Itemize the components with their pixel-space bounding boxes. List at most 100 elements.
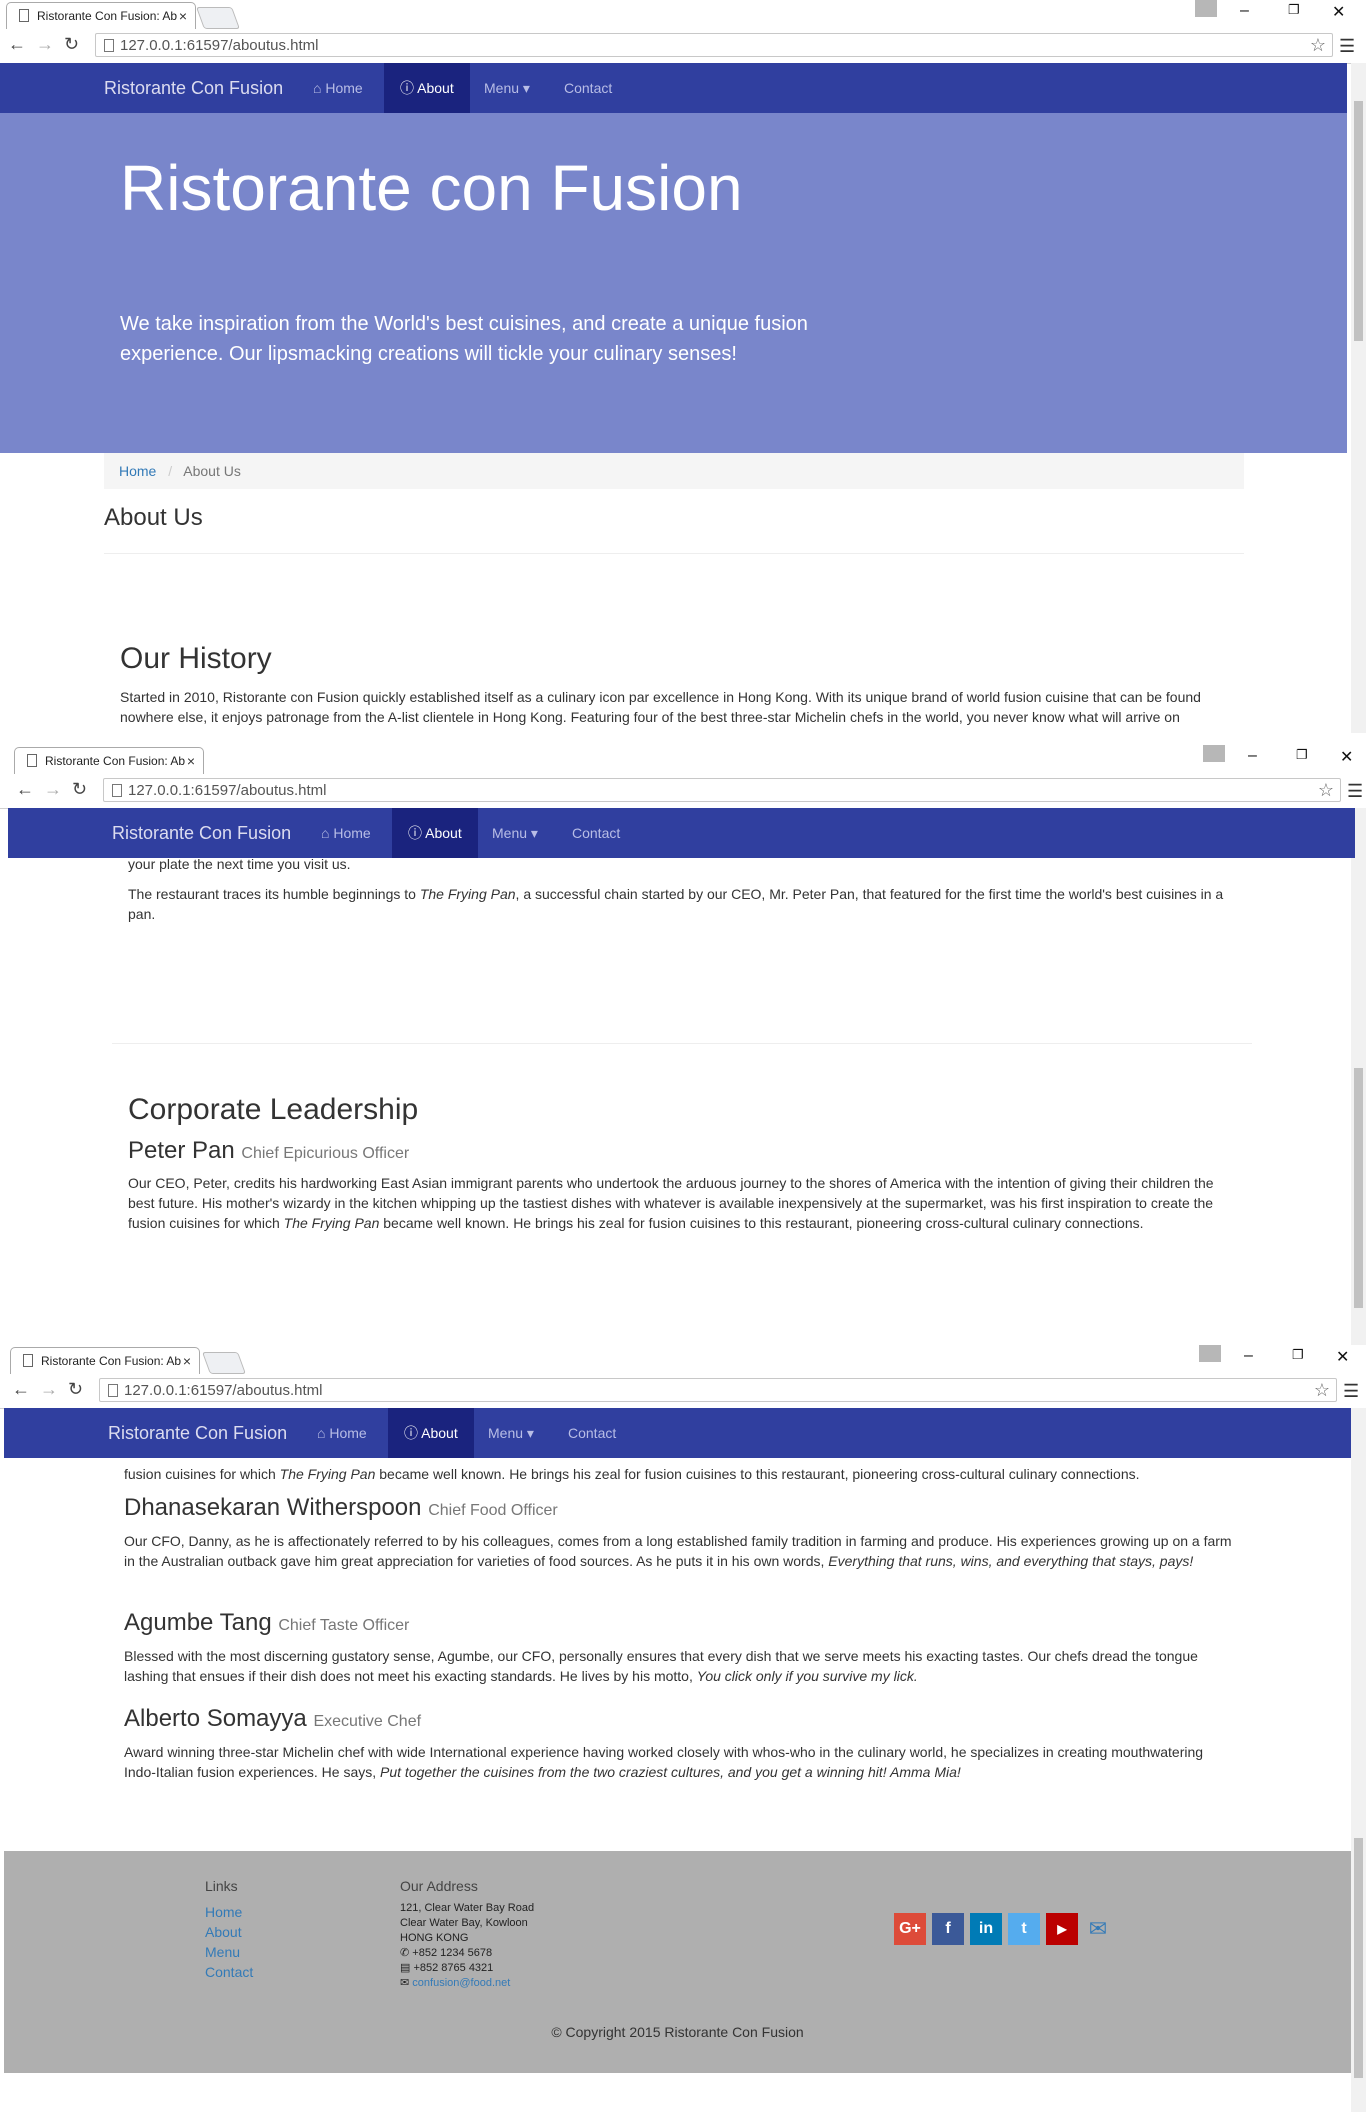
- nav-about[interactable]: ⓘ About: [392, 808, 478, 858]
- leadership-heading: Corporate Leadership: [128, 1093, 419, 1126]
- nav-menu-dropdown[interactable]: Menu ▾: [488, 1408, 534, 1458]
- bookmark-star-icon[interactable]: ☆: [1314, 1378, 1330, 1402]
- reload-icon[interactable]: ↻: [64, 34, 79, 55]
- nav-menu-dropdown[interactable]: Menu ▾: [492, 808, 538, 858]
- footer-link-menu[interactable]: Menu: [205, 1944, 240, 1960]
- caret-down-icon: ▾: [527, 825, 538, 841]
- nav-contact[interactable]: Contact: [572, 808, 620, 858]
- minimize-icon[interactable]: –: [1248, 747, 1257, 765]
- browser-toolbar: ← → ↻ 127.0.0.1:61597/aboutus.html ☆ ☰: [0, 775, 1366, 809]
- nav-home[interactable]: ⌂ Home: [321, 808, 371, 858]
- footer-link-contact[interactable]: Contact: [205, 1964, 253, 1980]
- new-tab-button[interactable]: [201, 1352, 247, 1374]
- scrollbar-thumb[interactable]: [1354, 1068, 1363, 1308]
- user-profile-icon[interactable]: [1199, 1345, 1221, 1362]
- nav-contact[interactable]: Contact: [568, 1408, 616, 1458]
- chrome-menu-icon[interactable]: ☰: [1339, 36, 1355, 57]
- address-bar[interactable]: 127.0.0.1:61597/aboutus.html ☆: [95, 33, 1333, 57]
- history-paragraph: Started in 2010, Ristorante con Fusion q…: [120, 689, 1201, 725]
- youtube-icon[interactable]: ▶: [1046, 1913, 1078, 1945]
- chrome-menu-icon[interactable]: ☰: [1347, 781, 1363, 802]
- scrollbar[interactable]: [1351, 63, 1366, 733]
- page-icon: [104, 39, 114, 52]
- chrome-menu-icon[interactable]: ☰: [1343, 1381, 1359, 1402]
- forward-arrow-icon[interactable]: →: [44, 779, 62, 800]
- new-tab-button[interactable]: [195, 7, 241, 29]
- mail-icon[interactable]: ✉: [1082, 1913, 1114, 1945]
- back-arrow-icon[interactable]: ←: [12, 1379, 30, 1400]
- page-title: About Us: [104, 504, 203, 531]
- info-icon: ⓘ: [400, 80, 418, 96]
- tab-title: Ristorante Con Fusion: Ab: [37, 9, 178, 23]
- close-window-icon[interactable]: ✕: [1332, 2, 1345, 22]
- nav-about[interactable]: ⓘ About: [388, 1408, 474, 1458]
- footer-address-heading: Our Address: [400, 1878, 478, 1894]
- browser-tab[interactable]: Ristorante Con Fusion: Ab ×: [10, 1347, 200, 1374]
- close-tab-icon[interactable]: ×: [187, 748, 195, 774]
- reload-icon[interactable]: ↻: [72, 779, 87, 800]
- linkedin-icon[interactable]: in: [970, 1913, 1002, 1945]
- url-text: 127.0.0.1:61597/aboutus.html: [124, 1382, 323, 1399]
- jumbotron: Ristorante con Fusion We take inspiratio…: [0, 113, 1347, 453]
- browser-tab[interactable]: Ristorante Con Fusion: Ab ×: [6, 2, 196, 29]
- leader-description: Blessed with the most discerning gustato…: [124, 1648, 1198, 1684]
- navbar-brand[interactable]: Ristorante Con Fusion: [112, 808, 291, 858]
- phone-line: ✆ +852 1234 5678: [400, 1947, 493, 1959]
- address-bar[interactable]: 127.0.0.1:61597/aboutus.html ☆: [103, 778, 1341, 802]
- facebook-icon[interactable]: f: [932, 1913, 964, 1945]
- back-arrow-icon[interactable]: ←: [16, 779, 34, 800]
- nav-home[interactable]: ⌂ Home: [313, 63, 363, 113]
- footer-link-about[interactable]: About: [205, 1924, 242, 1940]
- scrollbar-thumb[interactable]: [1354, 1838, 1363, 2078]
- restore-icon[interactable]: ❐: [1296, 747, 1308, 763]
- tab-strip: Ristorante Con Fusion: Ab × – ❐ ✕: [0, 745, 1366, 775]
- nav-contact[interactable]: Contact: [564, 63, 612, 113]
- leader-description: Our CFO, Danny, as he is affectionately …: [124, 1533, 1232, 1569]
- back-arrow-icon[interactable]: ←: [8, 34, 26, 55]
- minimize-icon[interactable]: –: [1244, 1347, 1253, 1365]
- leader-description: Our CEO, Peter, credits his hardworking …: [128, 1175, 1214, 1231]
- navbar: Ristorante Con Fusion ⌂ Home ⓘ About Men…: [4, 1408, 1351, 1458]
- forward-arrow-icon[interactable]: →: [40, 1379, 58, 1400]
- user-profile-icon[interactable]: [1203, 745, 1225, 762]
- email-link[interactable]: confusion@food.net: [412, 1977, 510, 1989]
- twitter-icon[interactable]: t: [1008, 1913, 1040, 1945]
- breadcrumb-home-link[interactable]: Home: [119, 463, 156, 479]
- navbar-brand[interactable]: Ristorante Con Fusion: [104, 63, 283, 113]
- bookmark-star-icon[interactable]: ☆: [1310, 33, 1326, 57]
- reload-icon[interactable]: ↻: [68, 1379, 83, 1400]
- history-heading: Our History: [120, 642, 272, 675]
- navbar-brand[interactable]: Ristorante Con Fusion: [108, 1408, 287, 1458]
- close-window-icon[interactable]: ✕: [1336, 1347, 1349, 1367]
- google-plus-icon[interactable]: G+: [894, 1913, 926, 1945]
- user-profile-icon[interactable]: [1195, 0, 1217, 17]
- browser-toolbar: ← → ↻ 127.0.0.1:61597/aboutus.html ☆ ☰: [0, 30, 1366, 64]
- address-line: HONG KONG: [400, 1932, 469, 1944]
- browser-toolbar: ← → ↻ 127.0.0.1:61597/aboutus.html ☆ ☰: [0, 1375, 1366, 1409]
- bookmark-star-icon[interactable]: ☆: [1318, 778, 1334, 802]
- nav-about[interactable]: ⓘ About: [384, 63, 470, 113]
- scrollbar[interactable]: [1351, 808, 1366, 1345]
- close-tab-icon[interactable]: ×: [179, 3, 187, 29]
- scrollbar[interactable]: [1351, 1408, 1366, 2112]
- restore-icon[interactable]: ❐: [1292, 1347, 1304, 1363]
- scrollbar-thumb[interactable]: [1354, 101, 1363, 341]
- minimize-icon[interactable]: –: [1240, 2, 1249, 20]
- nav-home[interactable]: ⌂ Home: [317, 1408, 367, 1458]
- leader-name: Peter Pan Chief Epicurious Officer: [128, 1137, 410, 1164]
- close-window-icon[interactable]: ✕: [1340, 747, 1353, 767]
- footer-link-home[interactable]: Home: [205, 1904, 242, 1920]
- nav-menu-dropdown[interactable]: Menu ▾: [484, 63, 530, 113]
- address-bar[interactable]: 127.0.0.1:61597/aboutus.html ☆: [99, 1378, 1337, 1402]
- browser-window-3: Ristorante Con Fusion: Ab × – ❐ ✕ ← → ↻ …: [0, 1345, 1366, 2112]
- forward-arrow-icon[interactable]: →: [36, 34, 54, 55]
- fax-line: ▤ +852 8765 4321: [400, 1962, 494, 1974]
- restore-icon[interactable]: ❐: [1288, 2, 1300, 18]
- close-tab-icon[interactable]: ×: [183, 1348, 191, 1374]
- browser-tab[interactable]: Ristorante Con Fusion: Ab ×: [14, 747, 204, 774]
- breadcrumb-separator: /: [168, 463, 173, 479]
- browser-window-2: Ristorante Con Fusion: Ab × – ❐ ✕ ← → ↻ …: [0, 745, 1366, 1345]
- divider: [112, 1043, 1252, 1044]
- window-controls: – ❐ ✕: [1244, 1345, 1354, 1369]
- address-line: Clear Water Bay, Kowloon: [400, 1917, 528, 1929]
